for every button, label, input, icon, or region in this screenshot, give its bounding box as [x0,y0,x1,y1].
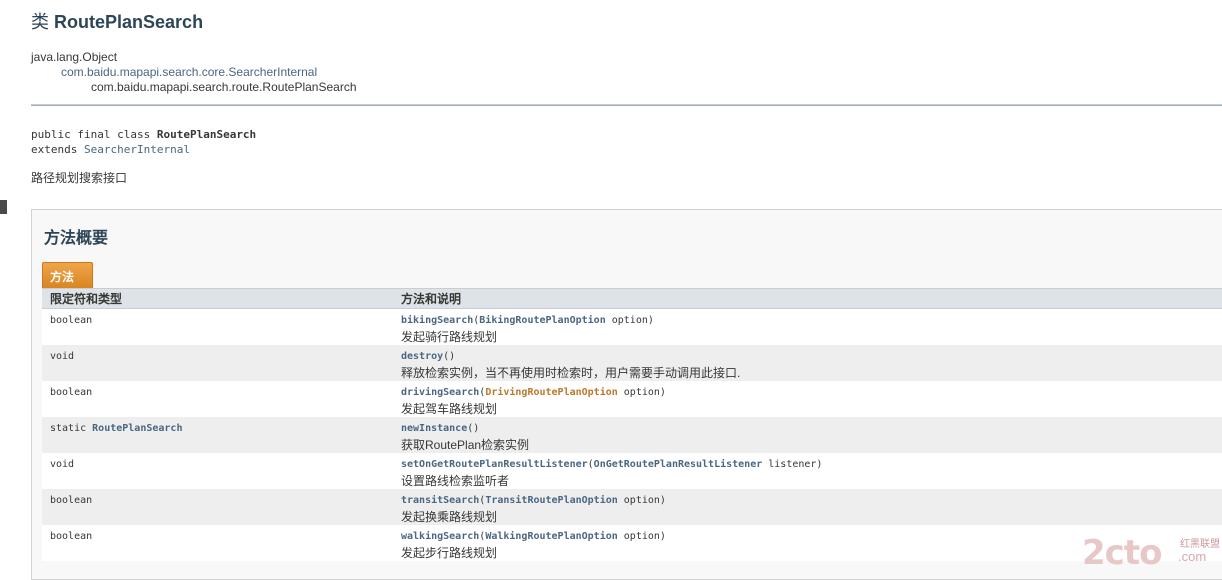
param-name: option) [605,315,654,326]
row-modifier: boolean [42,489,393,525]
row-modifier: boolean [42,308,393,345]
param-type-link[interactable]: WalkingRoutePlanOption [485,531,617,542]
superclass-link[interactable]: SearcherInternal [84,143,190,156]
class-description: 路径规划搜索接口 [31,171,128,185]
class-signature: public final class RoutePlanSearch exten… [31,127,256,157]
modifier-text: boolean [50,315,93,326]
signature-prefix: public final class [31,128,157,141]
watermark-logo: 2cto 红黑联盟 .com [1082,533,1222,573]
method-link[interactable]: newInstance [401,423,467,434]
method-summary: 方法概要 方法 限定符和类型 方法和说明 boolean bikingSearch… [31,209,1222,580]
divider [31,104,1222,106]
table-row: void destroy() 释放检索实例，当不再使用时检索时，用户需要手动调用此接… [42,345,1222,381]
watermark-domain: .com [1178,549,1207,564]
method-description: 发起换乘路线规划 [401,510,498,524]
watermark-subtext: 红黑联盟 [1180,539,1220,550]
column-header-modifier: 限定符和类型 [42,288,393,309]
row-modifier: boolean [42,525,393,561]
param-name: option) [617,495,666,506]
extends-keyword: extends [31,143,84,156]
inheritance-root[interactable]: java.lang.Object [31,50,357,65]
param-name: option) [617,531,666,542]
inheritance-parent-link[interactable]: com.baidu.mapapi.search.core.SearcherInt… [31,65,357,80]
table-row: static RoutePlanSearch newInstance() 获取Rou… [42,417,1222,453]
column-header-method: 方法和说明 [393,288,1222,309]
table-row: boolean walkingSearch(WalkingRoutePlanOpt… [42,525,1222,561]
modifier-text: void [50,459,75,470]
tab-methods[interactable]: 方法 [42,262,93,288]
row-modifier: static RoutePlanSearch [42,417,393,453]
method-link[interactable]: transitSearch [401,495,479,506]
title-prefix: 类 [31,12,55,32]
table-row: boolean transitSearch(TransitRoutePlanOpt… [42,489,1222,525]
modifier-text: boolean [50,495,93,506]
paren-open: () [443,351,456,362]
row-method: transitSearch(TransitRoutePlanOption opt… [393,489,1222,525]
summary-heading: 方法概要 [44,230,109,247]
method-description: 发起骑行路线规划 [401,330,498,344]
method-link[interactable]: drivingSearch [401,387,479,398]
return-type-link[interactable]: RoutePlanSearch [92,423,182,434]
param-type-link[interactable]: OnGetRoutePlanResultListener [594,459,763,470]
row-method: bikingSearch(BikingRoutePlanOption optio… [393,308,1222,345]
method-link[interactable]: destroy [401,351,443,362]
table-row: void setOnGetRoutePlanResultListener(OnGe… [42,453,1222,489]
inheritance-tree: java.lang.Object com.baidu.mapapi.search… [31,50,357,95]
row-method: setOnGetRoutePlanResultListener(OnGetRou… [393,453,1222,489]
modifier-text: static [50,423,93,434]
method-table: 限定符和类型 方法和说明 boolean bikingSearch(BikingR… [42,288,1222,561]
modifier-text: boolean [50,387,93,398]
signature-class: RoutePlanSearch [156,128,257,141]
modifier-text: boolean [50,531,93,542]
param-name: option) [617,387,666,398]
scroll-marker [0,200,7,214]
row-method: newInstance() 获取RoutePlan检索实例 [393,417,1222,453]
title-class-name: RoutePlanSearch [54,12,204,32]
paren-open: () [467,423,480,434]
method-link[interactable]: walkingSearch [401,531,479,542]
param-type-link[interactable]: DrivingRoutePlanOption [485,387,617,398]
row-modifier: void [42,453,393,489]
method-description: 获取RoutePlan检索实例 [401,438,530,452]
modifier-text: void [50,351,75,362]
method-link[interactable]: setOnGetRoutePlanResultListener [401,459,588,470]
method-description: 设置路线检索监听者 [401,474,510,488]
row-modifier: boolean [42,381,393,417]
method-description: 释放检索实例，当不再使用时检索时，用户需要手动调用此接口. [401,366,741,380]
inheritance-current: com.baidu.mapapi.search.route.RoutePlanS… [91,80,357,94]
row-method: drivingSearch(DrivingRoutePlanOption opt… [393,381,1222,417]
left-edge [0,0,7,578]
row-modifier: void [42,345,393,381]
param-type-link[interactable]: TransitRoutePlanOption [485,495,617,506]
watermark-text: 2cto [1082,533,1162,573]
page-title: 类 RoutePlanSearch [31,8,203,34]
table-row: boolean bikingSearch(BikingRoutePlanOptio… [42,308,1222,345]
param-name: listener) [762,459,823,470]
method-description: 发起驾车路线规划 [401,402,498,416]
param-type-link[interactable]: BikingRoutePlanOption [479,315,605,326]
row-method: destroy() 释放检索实例，当不再使用时检索时，用户需要手动调用此接口. [393,345,1222,381]
method-link[interactable]: bikingSearch [401,315,473,326]
table-row: boolean drivingSearch(DrivingRoutePlanOpt… [42,381,1222,417]
